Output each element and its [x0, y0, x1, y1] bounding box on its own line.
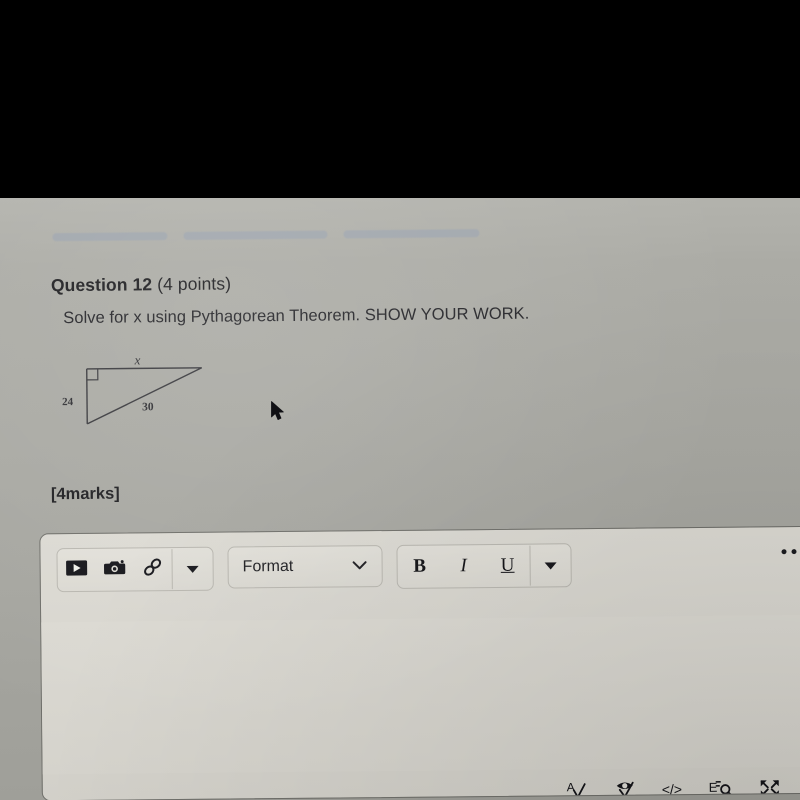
question-number: Question 12	[50, 274, 153, 296]
camera-icon-button[interactable]	[95, 549, 133, 589]
toolbar-overflow-button[interactable]	[781, 549, 800, 555]
media-play-icon-button[interactable]	[57, 550, 95, 590]
text-style-more-button[interactable]	[530, 545, 570, 585]
insert-button-group	[56, 546, 214, 593]
question-prompt: Solve for x using Pythagorean Theorem. S…	[63, 304, 530, 328]
triangle-figure: x 24 30	[54, 351, 220, 443]
figure-label-x: x	[134, 352, 141, 368]
marks-note: [4marks]	[50, 484, 120, 504]
chevron-down-icon	[352, 557, 368, 575]
ellipsis-dot-2	[791, 549, 797, 555]
fullscreen-icon[interactable]	[757, 775, 783, 800]
bold-button[interactable]: B	[397, 546, 441, 586]
svg-text:A: A	[567, 780, 575, 794]
nav-placeholder-row	[52, 229, 480, 242]
placeholder-bar-3	[343, 229, 480, 239]
italic-button[interactable]: I	[441, 546, 485, 586]
underline-button[interactable]: U	[485, 546, 529, 586]
photographed-screen: Question 12 (4 points) Solve for x using…	[0, 181, 800, 800]
insert-more-button[interactable]	[172, 549, 212, 589]
link-icon	[142, 557, 164, 582]
page-content: Question 12 (4 points) Solve for x using…	[0, 190, 800, 800]
accessibility-check-icon[interactable]	[613, 777, 639, 800]
figure-label-30: 30	[142, 401, 154, 414]
figure-label-24: 24	[61, 396, 74, 409]
html-source-icon[interactable]: </>	[661, 776, 687, 800]
text-style-group: B I U	[396, 543, 572, 589]
link-icon-button[interactable]	[133, 549, 171, 589]
spellcheck-icon[interactable]: A	[565, 777, 591, 800]
media-play-icon	[66, 559, 88, 580]
letterbox-top	[0, 0, 800, 198]
editor-toolbar: Format B I U	[40, 527, 800, 623]
screenshot-root: Question 12 (4 points) Solve for x using…	[0, 0, 800, 800]
svg-text:</>: </>	[662, 781, 682, 797]
placeholder-bar-2	[183, 230, 328, 240]
question-points: (4 points)	[157, 273, 232, 295]
question-heading: Question 12 (4 points)	[51, 273, 231, 296]
word-count-icon[interactable]: E	[709, 776, 735, 800]
camera-icon	[104, 559, 126, 581]
caret-down-icon	[186, 565, 199, 573]
rich-text-editor[interactable]: Format B I U A </> E	[39, 525, 800, 800]
placeholder-bar-1	[52, 232, 168, 242]
ellipsis-dot-1	[781, 549, 787, 555]
editor-text-area[interactable]	[41, 614, 800, 775]
format-dropdown-label: Format	[242, 557, 294, 576]
format-dropdown[interactable]: Format	[227, 545, 383, 589]
caret-down-icon-2	[544, 561, 557, 570]
